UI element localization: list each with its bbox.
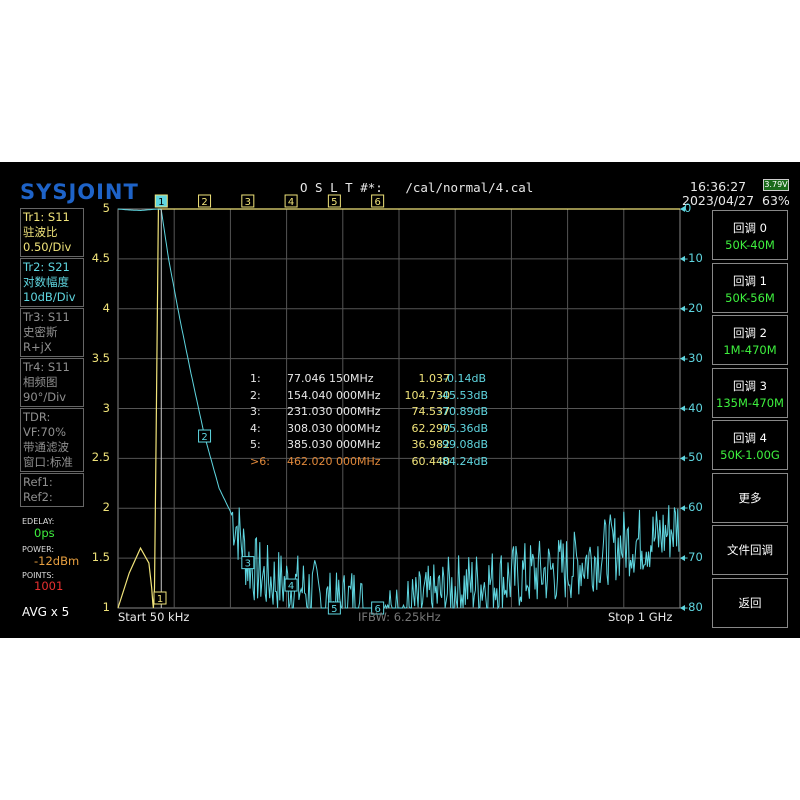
marker-s21-flag[interactable]: 2 — [198, 429, 212, 443]
ifbw-readout: IFBW: 6.25kHz — [358, 610, 441, 624]
marker-top-flag[interactable]: 5 — [327, 194, 341, 208]
marker-s21-flag[interactable]: 3 — [241, 556, 255, 570]
svg-text:4: 4 — [288, 197, 294, 208]
marker-s21-flag[interactable]: 4 — [284, 578, 298, 592]
marker-s11-flag[interactable]: 1 — [153, 591, 167, 605]
marker-freq: 231.030 000MHz — [287, 405, 381, 418]
softkey-button-6[interactable]: 文件回调 — [712, 525, 788, 575]
marker-s21-flag[interactable]: 5 — [327, 601, 341, 615]
softkey-button-7[interactable]: 返回 — [712, 577, 788, 628]
softkey-value: 1M-470M — [723, 343, 777, 357]
right-axis-arrow — [680, 355, 685, 362]
right-axis-arrow — [680, 605, 685, 611]
marker-v2: -84.24dB — [438, 454, 488, 468]
softkey-button-0[interactable]: 回调 0 50K-40M — [712, 210, 788, 260]
right-axis-arrow — [680, 505, 685, 512]
softkey-label: 回调 0 — [733, 221, 767, 235]
softkey-value: 50K-1.00G — [720, 448, 780, 462]
marker-freq: 308.030 000MHz — [287, 421, 381, 435]
softkey-label: 更多 — [738, 490, 762, 505]
marker-top-flag[interactable]: 2 — [198, 194, 212, 208]
marker-freq: 385.030 000MHz — [287, 438, 381, 451]
softkey-label: 回调 4 — [733, 431, 767, 445]
svg-text:3: 3 — [245, 197, 251, 208]
marker-idx: 1: — [250, 372, 261, 385]
right-axis-arrow — [680, 305, 685, 312]
softkey-button-1[interactable]: 回调 1 50K-56M — [712, 262, 788, 313]
right-axis-arrow — [680, 555, 685, 562]
start-frequency: Start 50 kHz — [118, 610, 190, 624]
softkey-label: 回调 3 — [733, 378, 767, 393]
marker-v2: -0.14dB — [443, 372, 486, 385]
softkey-button-2[interactable]: 回调 2 1M-470M — [712, 315, 788, 365]
marker-idx: 5: — [250, 438, 261, 451]
marker-idx: 4: — [250, 421, 261, 435]
marker-v2: -75.36dB — [438, 421, 488, 435]
softkey-label: 回调 2 — [733, 326, 767, 340]
marker-idx: 3: — [250, 405, 261, 418]
marker-freq: 462.020 000MHz — [287, 454, 381, 468]
softkey-value: 50K-56M — [725, 290, 775, 305]
svg-text:2: 2 — [201, 432, 207, 443]
svg-text:1: 1 — [158, 197, 164, 208]
marker-v2: -45.53dB — [438, 388, 488, 402]
marker-top-flag[interactable]: 3 — [241, 194, 255, 208]
softkey-label: 文件回调 — [727, 543, 773, 557]
stop-frequency: Stop 1 GHz — [608, 610, 673, 624]
marker-freq: 77.046 150MHz — [287, 372, 374, 385]
svg-text:5: 5 — [331, 604, 337, 615]
marker-v2: -99.08dB — [438, 438, 488, 451]
marker-idx: 2: — [250, 388, 261, 402]
svg-text:3: 3 — [245, 559, 251, 570]
marker-top-flag[interactable]: 6 — [371, 194, 385, 208]
svg-text:2: 2 — [201, 197, 207, 208]
vna-screen: SYSJOINT O S L T #*: /cal/normal/4.cal 1… — [0, 162, 800, 638]
svg-text:5: 5 — [331, 197, 337, 208]
softkey-value: 135M-470M — [716, 395, 784, 410]
marker-freq: 154.040 000MHz — [287, 388, 381, 402]
right-axis-arrow — [680, 255, 685, 262]
right-axis-arrow — [680, 405, 685, 412]
softkey-button-3[interactable]: 回调 3 135M-470M — [712, 367, 788, 418]
softkey-value: 50K-40M — [725, 238, 775, 252]
svg-text:1: 1 — [157, 594, 163, 605]
softkey-button-5[interactable]: 更多 — [712, 472, 788, 523]
marker-v2: -70.89dB — [438, 405, 488, 418]
marker-top-flag[interactable]: 1 — [154, 194, 168, 208]
svg-text:4: 4 — [288, 581, 294, 592]
right-axis-arrow — [680, 206, 685, 212]
softkey-label: 返回 — [738, 595, 762, 610]
svg-text:6: 6 — [374, 197, 380, 208]
marker-idx: >6: — [250, 454, 270, 468]
softkey-label: 回调 1 — [733, 273, 767, 288]
right-axis-arrow — [680, 455, 685, 462]
softkey-button-4[interactable]: 回调 4 50K-1.00G — [712, 420, 788, 470]
marker-top-flag[interactable]: 4 — [284, 194, 298, 208]
